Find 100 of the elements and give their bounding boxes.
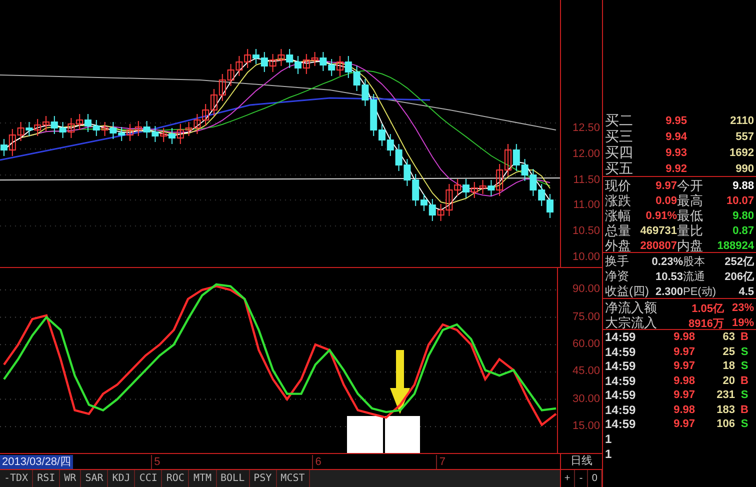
indicator-tab[interactable]: BOLL — [216, 470, 250, 487]
bid-volume: 2110 — [729, 115, 754, 127]
trade-side: S — [740, 389, 750, 402]
quote-label: 今开 — [677, 177, 704, 194]
quote-value: 9.88 — [732, 180, 754, 192]
flow-share: 19% — [730, 317, 754, 329]
quote-value: 0.09 — [654, 195, 677, 207]
period-label: 日线 — [560, 454, 603, 469]
price-axis-label: 12.50 — [572, 121, 600, 136]
stat-label: 股本 — [683, 255, 706, 269]
trade-volume: 18 — [722, 360, 735, 372]
trade-time: 14:59 — [605, 402, 637, 417]
quote-label: 现价 — [605, 177, 632, 194]
indicator-tab[interactable]: MCST — [276, 470, 310, 487]
list-marker: 1 — [604, 446, 613, 462]
trade-time: 14:59 — [605, 388, 637, 402]
arrow-marker-icon — [390, 350, 410, 414]
trade-price: 9.97 — [672, 360, 695, 372]
indicator-tab[interactable]: CCI — [135, 470, 162, 487]
trade-price: 9.97 — [672, 389, 695, 402]
stat-label: 净资 — [605, 268, 630, 285]
trade-side: B — [740, 331, 750, 344]
quote-value: 9.97 — [654, 180, 677, 192]
price-axis-label: 11.50 — [573, 172, 600, 188]
quote-value: 469731 — [639, 225, 677, 237]
indicator-tab[interactable]: RSI — [33, 470, 60, 487]
indicator-tab[interactable]: PSY — [250, 470, 277, 487]
quote-value: 0.87 — [732, 225, 754, 237]
trade-time: 14:59 — [605, 344, 637, 359]
quote-label: 外盘 — [605, 237, 632, 255]
trade-price: 9.97 — [672, 418, 695, 430]
indicator-tab[interactable]: SAR — [81, 470, 108, 487]
quote-label: 量比 — [677, 222, 704, 239]
overlay-block — [385, 416, 420, 453]
bid-price: 9.94 — [664, 131, 687, 143]
quote-value: 10.07 — [725, 195, 754, 207]
bid-label: 买二 — [605, 112, 634, 130]
bid-volume: 990 — [734, 163, 754, 175]
bid-volume: 557 — [734, 131, 754, 143]
price-axis-label: 12.00 — [572, 146, 600, 162]
date-label: 2013/03/28/四 — [0, 454, 74, 468]
indicator-tab[interactable]: KDJ — [108, 470, 136, 487]
trade-side: S — [740, 346, 750, 358]
flow-amount: 1.05亿 — [690, 302, 724, 316]
price-axis-label: 11.00 — [573, 198, 600, 214]
list-marker: 1 — [604, 432, 613, 446]
quote-label: 内盘 — [677, 237, 704, 255]
bid-label: 买三 — [605, 128, 634, 146]
trade-volume: 63 — [722, 331, 735, 344]
trade-time: 14:59 — [605, 417, 637, 432]
indicator-tab[interactable]: ROC — [162, 470, 190, 487]
quote-label: 最高 — [677, 192, 704, 210]
bid-label: 买五 — [605, 160, 634, 178]
month-mark: 5 — [151, 454, 160, 468]
trade-volume: 25 — [722, 346, 735, 358]
month-mark: 6 — [312, 454, 322, 468]
overlay-block — [347, 416, 383, 453]
flow-share: 23% — [730, 302, 754, 314]
quote-value: 0.91% — [644, 210, 677, 222]
trade-volume: 20 — [722, 374, 735, 387]
quote-value: 188924 — [716, 240, 754, 252]
indicator-tab[interactable]: MTM — [189, 470, 217, 487]
trade-time: 14:59 — [605, 359, 637, 374]
trade-volume: 183 — [716, 404, 735, 416]
trade-price: 9.98 — [672, 374, 695, 387]
flow-label: 净流入额 — [605, 299, 658, 316]
quote-label: 最低 — [677, 207, 704, 224]
quote-value: 9.80 — [732, 210, 754, 222]
indicator-axis-label: 30.00 — [572, 392, 600, 407]
stat-label: 流通 — [683, 270, 706, 284]
stat-label: PE(动) — [683, 285, 717, 299]
stat-value: 0.23% — [651, 256, 683, 268]
trade-volume: 106 — [716, 418, 735, 430]
stat-value: 252亿 — [724, 255, 754, 269]
stat-value: 2.300 — [654, 286, 683, 298]
stat-value: 10.53 — [654, 270, 683, 282]
stat-value: 206亿 — [724, 270, 754, 284]
bid-price: 9.95 — [664, 115, 687, 127]
flow-label: 大宗流入 — [605, 314, 658, 332]
trade-price: 9.98 — [672, 404, 695, 416]
price-axis-label: 10.50 — [572, 224, 600, 240]
bid-label: 买四 — [605, 144, 634, 162]
indicator-axis-label: 60.00 — [572, 337, 600, 352]
indicator-axis-label: 90.00 — [572, 282, 600, 298]
trade-price: 9.97 — [672, 346, 695, 358]
trade-time: 14:59 — [605, 374, 637, 388]
indicator-tab[interactable]: WR — [60, 470, 82, 487]
indicator-axis-label: 75.00 — [572, 310, 600, 325]
price-axis-label: 10.00 — [572, 250, 600, 265]
trade-price: 9.98 — [672, 331, 695, 344]
indicator-tab[interactable]: -TDX — [0, 470, 34, 487]
trade-side: B — [740, 404, 750, 416]
quote-label: 涨幅 — [605, 207, 632, 224]
quote-label: 涨跌 — [605, 192, 632, 210]
bid-price: 9.92 — [664, 163, 687, 175]
indicator-axis-label: 45.00 — [572, 364, 600, 380]
trade-side: S — [740, 418, 750, 430]
stat-label: 换手 — [605, 253, 630, 270]
trade-side: B — [740, 374, 750, 387]
trade-side: S — [740, 360, 750, 372]
